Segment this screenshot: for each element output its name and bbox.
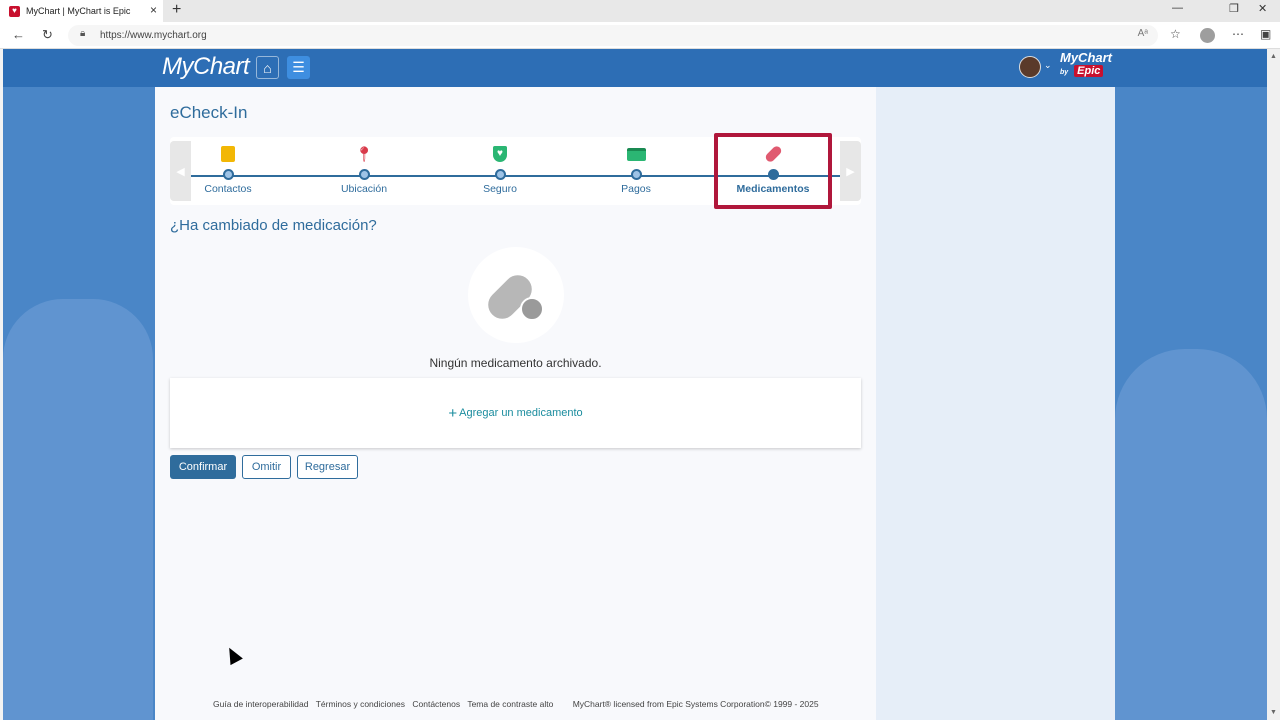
step-label: Pagos: [621, 183, 651, 195]
brand-by: by: [1060, 69, 1069, 76]
browser-profile-avatar[interactable]: [1200, 28, 1215, 43]
scrollbar[interactable]: ▲ ▼: [1267, 49, 1280, 720]
mychart-logo[interactable]: MyChart: [162, 53, 250, 81]
footer-link-terms[interactable]: Términos y condiciones: [316, 699, 405, 709]
step-payments[interactable]: Pagos: [581, 143, 691, 195]
refresh-icon[interactable]: ↻: [42, 27, 53, 43]
scroll-up-icon[interactable]: ▲: [1270, 53, 1277, 60]
step-dot: [494, 169, 506, 180]
close-tab-icon[interactable]: ×: [150, 3, 157, 17]
step-dot: [358, 169, 370, 180]
skip-button[interactable]: Omitir: [242, 455, 291, 479]
step-insurance[interactable]: ♥ Seguro: [445, 143, 555, 195]
step-location[interactable]: 📍︎ Ubicación: [309, 143, 419, 195]
home-icon: ⌂: [263, 59, 272, 76]
footer-link-contact[interactable]: Contáctenos: [412, 699, 460, 709]
favorites-icon[interactable]: ☆: [1170, 27, 1181, 41]
medication-question: ¿Ha cambiado de medicación?: [170, 217, 377, 234]
read-aloud-icon[interactable]: Aᵃ: [1138, 28, 1148, 39]
page-background: MyChart ⌂ ☰ ⌄ MyChart by Epic eCheck-In ◀…: [3, 49, 1267, 720]
sidebar-icon[interactable]: ▣: [1260, 27, 1271, 41]
bg-decoration: [3, 299, 153, 720]
restore-icon[interactable]: ❐: [1229, 2, 1239, 15]
url-text: https://www.mychart.org: [100, 30, 207, 41]
shield-icon: ♥: [445, 143, 555, 165]
add-medication-panel: + Agregar un medicamento: [170, 378, 861, 448]
address-bar: ← ↻ 🔒︎ https://www.mychart.org Aᵃ ☆ ⋯ ▣: [0, 22, 1280, 49]
pill-tablet-icon: [520, 297, 544, 321]
back-button[interactable]: Regresar: [297, 455, 358, 479]
confirm-button[interactable]: Confirmar: [170, 455, 236, 479]
mychart-favicon-icon: ♥: [9, 5, 20, 17]
main-content: eCheck-In ◀ Contactos 📍︎ Ubicación ♥ Seg…: [155, 87, 876, 720]
mychart-by-epic-logo: MyChart by Epic: [1060, 50, 1113, 79]
brand-epic: Epic: [1074, 65, 1104, 77]
progress-stepper: ◀ Contactos 📍︎ Ubicación ♥ Seguro Pagos: [170, 133, 861, 209]
chevron-down-icon[interactable]: ⌄: [1044, 60, 1052, 71]
minimize-icon[interactable]: —: [1172, 2, 1183, 14]
empty-medications-illustration: [468, 247, 564, 343]
plus-icon: +: [448, 405, 458, 422]
more-icon[interactable]: ⋯: [1232, 27, 1244, 41]
contacts-icon: [173, 143, 283, 165]
credit-card-icon: [581, 143, 691, 165]
location-pin-icon: 📍︎: [354, 146, 374, 163]
user-avatar[interactable]: [1019, 56, 1041, 78]
lock-icon: 🔒︎: [80, 28, 86, 39]
step-label: Seguro: [483, 183, 517, 195]
add-medication-label: Agregar un medicamento: [459, 407, 583, 419]
step-dot: [222, 169, 234, 180]
scroll-down-icon[interactable]: ▼: [1270, 709, 1277, 716]
step-dot: [630, 169, 642, 180]
step-label: Contactos: [204, 183, 252, 195]
app-header: MyChart ⌂ ☰ ⌄ MyChart by Epic: [3, 49, 1267, 87]
empty-state-text: Ningún medicamento archivado.: [429, 356, 602, 370]
active-step-highlight: [714, 133, 832, 209]
step-contacts[interactable]: Contactos: [173, 143, 283, 195]
bg-decoration: [1115, 349, 1267, 720]
footer: Guía de interoperabilidad Términos y con…: [213, 699, 824, 709]
url-field[interactable]: 🔒︎ https://www.mychart.org Aᵃ: [68, 25, 1158, 46]
footer-copyright: MyChart® licensed from Epic Systems Corp…: [572, 699, 819, 709]
browser-tab[interactable]: ♥ MyChart | MyChart is Epic ×: [0, 0, 163, 22]
browser-tab-bar: ♥ MyChart | MyChart is Epic × + — ❐ ✕: [0, 0, 1280, 22]
close-window-icon[interactable]: ✕: [1258, 2, 1267, 15]
footer-link-interoperability[interactable]: Guía de interoperabilidad: [213, 699, 308, 709]
step-label: Ubicación: [340, 183, 388, 195]
menu-button[interactable]: ☰: [287, 56, 310, 79]
home-button[interactable]: ⌂: [256, 56, 279, 79]
footer-link-high-contrast[interactable]: Tema de contraste alto: [467, 699, 553, 709]
back-arrow-icon[interactable]: ←: [12, 27, 25, 42]
add-medication-link[interactable]: + Agregar un medicamento: [170, 405, 861, 422]
chevron-right-icon: ▶: [846, 165, 855, 178]
stepper-next-button[interactable]: ▶: [840, 141, 861, 201]
page-title: eCheck-In: [170, 103, 248, 122]
hamburger-icon: ☰: [292, 59, 305, 75]
brand-line1: MyChart: [1060, 50, 1113, 65]
side-panel: [876, 87, 1115, 720]
tab-title: MyChart | MyChart is Epic: [26, 6, 131, 16]
new-tab-icon[interactable]: +: [172, 1, 181, 19]
